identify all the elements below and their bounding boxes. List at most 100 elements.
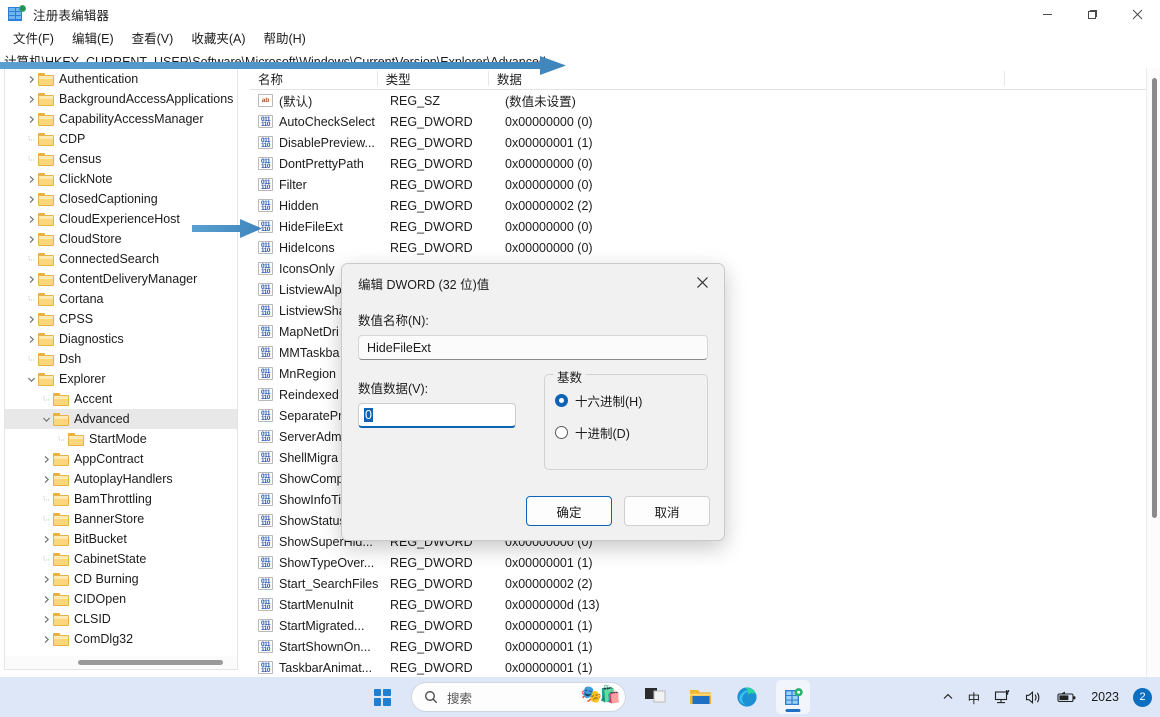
chevron-up-icon[interactable] bbox=[942, 691, 954, 703]
folder-icon bbox=[53, 533, 69, 546]
tree-item-authentication[interactable]: Authentication bbox=[5, 69, 237, 89]
tree-item-bamthrottling[interactable]: BamThrottling bbox=[5, 489, 237, 509]
volume-icon[interactable] bbox=[1025, 690, 1043, 705]
tree-item-bannerstore[interactable]: BannerStore bbox=[5, 509, 237, 529]
tray-year-label[interactable]: 2023 bbox=[1091, 690, 1119, 704]
chevron-right-icon[interactable] bbox=[24, 315, 38, 324]
tree-item-clsid[interactable]: CLSID bbox=[5, 609, 237, 629]
tree-item-autoplayhandlers[interactable]: AutoplayHandlers bbox=[5, 469, 237, 489]
tree-item-capabilityaccessmanager[interactable]: CapabilityAccessManager bbox=[5, 109, 237, 129]
edge-browser-icon[interactable] bbox=[730, 680, 764, 714]
ime-indicator[interactable]: 中 bbox=[968, 688, 981, 707]
tree-item-cortana[interactable]: Cortana bbox=[5, 289, 237, 309]
value-row[interactable]: 011110TaskbarAnimat...REG_DWORD0x0000000… bbox=[250, 657, 1160, 677]
value-row[interactable]: 011110DontPrettyPathREG_DWORD0x00000000 … bbox=[250, 153, 1160, 174]
value-row[interactable]: 011110ShowTypeOver...REG_DWORD0x00000001… bbox=[250, 552, 1160, 573]
registry-editor-icon[interactable] bbox=[776, 680, 810, 714]
value-row[interactable]: ab(默认)REG_SZ(数值未设置) bbox=[250, 90, 1160, 111]
minimize-button[interactable] bbox=[1025, 0, 1070, 28]
value-row[interactable]: 011110HideFileExtREG_DWORD0x00000000 (0) bbox=[250, 216, 1160, 237]
tree-item-cabinetstate[interactable]: CabinetState bbox=[5, 549, 237, 569]
menu-file[interactable]: 文件(F) bbox=[4, 29, 63, 50]
tree-item-startmode[interactable]: StartMode bbox=[5, 429, 237, 449]
menu-favorites[interactable]: 收藏夹(A) bbox=[182, 29, 254, 50]
tree-item-accent[interactable]: Accent bbox=[5, 389, 237, 409]
chevron-right-icon[interactable] bbox=[24, 175, 38, 184]
values-vertical-scrollbar[interactable] bbox=[1146, 68, 1160, 677]
chevron-right-icon[interactable] bbox=[39, 615, 53, 624]
chevron-right-icon[interactable] bbox=[24, 115, 38, 124]
tree-item-connectedsearch[interactable]: ConnectedSearch bbox=[5, 249, 237, 269]
value-row[interactable]: 011110FilterREG_DWORD0x00000000 (0) bbox=[250, 174, 1160, 195]
windows-start-icon[interactable] bbox=[365, 680, 399, 714]
value-row[interactable]: 011110Start_SearchFilesREG_DWORD0x000000… bbox=[250, 573, 1160, 594]
tree-horizontal-scrollbar[interactable] bbox=[6, 656, 236, 669]
tree-item-contentdeliverymanager[interactable]: ContentDeliveryManager bbox=[5, 269, 237, 289]
address-bar[interactable]: 计算机\HKEY_CURRENT_USER\Software\Microsoft… bbox=[0, 50, 1160, 70]
ok-button[interactable]: 确定 bbox=[526, 496, 612, 526]
maximize-button[interactable] bbox=[1070, 0, 1115, 28]
chevron-right-icon[interactable] bbox=[24, 75, 38, 84]
chevron-down-icon[interactable] bbox=[24, 375, 38, 384]
chevron-right-icon[interactable] bbox=[24, 195, 38, 204]
column-header-name[interactable]: 名称 bbox=[250, 69, 378, 88]
chevron-down-icon[interactable] bbox=[39, 415, 53, 424]
value-row[interactable]: 011110StartMigrated...REG_DWORD0x0000000… bbox=[250, 615, 1160, 636]
value-row[interactable]: 011110StartShownOn...REG_DWORD0x00000001… bbox=[250, 636, 1160, 657]
chevron-right-icon[interactable] bbox=[39, 535, 53, 544]
chevron-right-icon[interactable] bbox=[39, 455, 53, 464]
chevron-right-icon[interactable] bbox=[24, 95, 38, 104]
tree-item-comdlg32[interactable]: ComDlg32 bbox=[5, 629, 237, 649]
value-name-input[interactable]: HideFileExt bbox=[358, 335, 708, 360]
notification-badge[interactable]: 2 bbox=[1133, 688, 1152, 707]
radio-hexadecimal[interactable]: 十六进制(H) bbox=[555, 387, 697, 413]
radio-decimal[interactable]: 十进制(D) bbox=[555, 419, 697, 445]
tree-item-cdp[interactable]: CDP bbox=[5, 129, 237, 149]
chevron-right-icon[interactable] bbox=[39, 475, 53, 484]
cancel-button[interactable]: 取消 bbox=[624, 496, 710, 526]
tree-item-dsh[interactable]: Dsh bbox=[5, 349, 237, 369]
tree-item-closedcaptioning[interactable]: ClosedCaptioning bbox=[5, 189, 237, 209]
tree-item-cpss[interactable]: CPSS bbox=[5, 309, 237, 329]
tree-item-explorer[interactable]: Explorer bbox=[5, 369, 237, 389]
value-row[interactable]: 011110AutoCheckSelectREG_DWORD0x00000000… bbox=[250, 111, 1160, 132]
tree-item-clicknote[interactable]: ClickNote bbox=[5, 169, 237, 189]
chevron-right-icon[interactable] bbox=[24, 235, 38, 244]
chevron-right-icon[interactable] bbox=[24, 275, 38, 284]
tree-item-backgroundaccessapplications[interactable]: BackgroundAccessApplications bbox=[5, 89, 237, 109]
battery-icon[interactable] bbox=[1057, 691, 1077, 704]
values-vscroll-thumb[interactable] bbox=[1152, 78, 1157, 518]
taskbar-search-box[interactable]: 搜索 🎭🛍️ bbox=[411, 682, 626, 712]
chevron-right-icon[interactable] bbox=[39, 635, 53, 644]
tree-item-advanced[interactable]: Advanced bbox=[5, 409, 237, 429]
registry-tree[interactable]: AuthenticationBackgroundAccessApplicatio… bbox=[5, 69, 237, 656]
chevron-right-icon[interactable] bbox=[39, 595, 53, 604]
value-row[interactable]: 011110HiddenREG_DWORD0x00000002 (2) bbox=[250, 195, 1160, 216]
menu-help[interactable]: 帮助(H) bbox=[254, 29, 314, 50]
chevron-right-icon[interactable] bbox=[24, 215, 38, 224]
column-header-type[interactable]: 类型 bbox=[378, 69, 489, 88]
chevron-right-icon[interactable] bbox=[39, 575, 53, 584]
task-view-icon[interactable] bbox=[638, 680, 672, 714]
tree-item-diagnostics[interactable]: Diagnostics bbox=[5, 329, 237, 349]
column-header-data[interactable]: 数据 bbox=[489, 69, 1005, 88]
menu-edit[interactable]: 编辑(E) bbox=[63, 29, 123, 50]
value-row[interactable]: 011110DisablePreview...REG_DWORD0x000000… bbox=[250, 132, 1160, 153]
close-button[interactable] bbox=[1115, 0, 1160, 28]
tree-item-cloudstore[interactable]: CloudStore bbox=[5, 229, 237, 249]
menu-view[interactable]: 查看(V) bbox=[123, 29, 183, 50]
tree-item-bitbucket[interactable]: BitBucket bbox=[5, 529, 237, 549]
value-data-input[interactable]: 0 bbox=[358, 403, 516, 428]
tree-item-appcontract[interactable]: AppContract bbox=[5, 449, 237, 469]
tree-item-cloudexperiencehost[interactable]: CloudExperienceHost bbox=[5, 209, 237, 229]
tree-item-census[interactable]: Census bbox=[5, 149, 237, 169]
chevron-right-icon[interactable] bbox=[24, 335, 38, 344]
tree-hscroll-thumb[interactable] bbox=[78, 660, 223, 665]
value-row[interactable]: 011110HideIconsREG_DWORD0x00000000 (0) bbox=[250, 237, 1160, 258]
value-row[interactable]: 011110StartMenuInitREG_DWORD0x0000000d (… bbox=[250, 594, 1160, 615]
tree-item-cidopen[interactable]: CIDOpen bbox=[5, 589, 237, 609]
dialog-close-button[interactable] bbox=[680, 264, 724, 301]
tree-item-cd-burning[interactable]: CD Burning bbox=[5, 569, 237, 589]
file-explorer-icon[interactable] bbox=[684, 680, 718, 714]
network-icon[interactable] bbox=[994, 690, 1011, 705]
